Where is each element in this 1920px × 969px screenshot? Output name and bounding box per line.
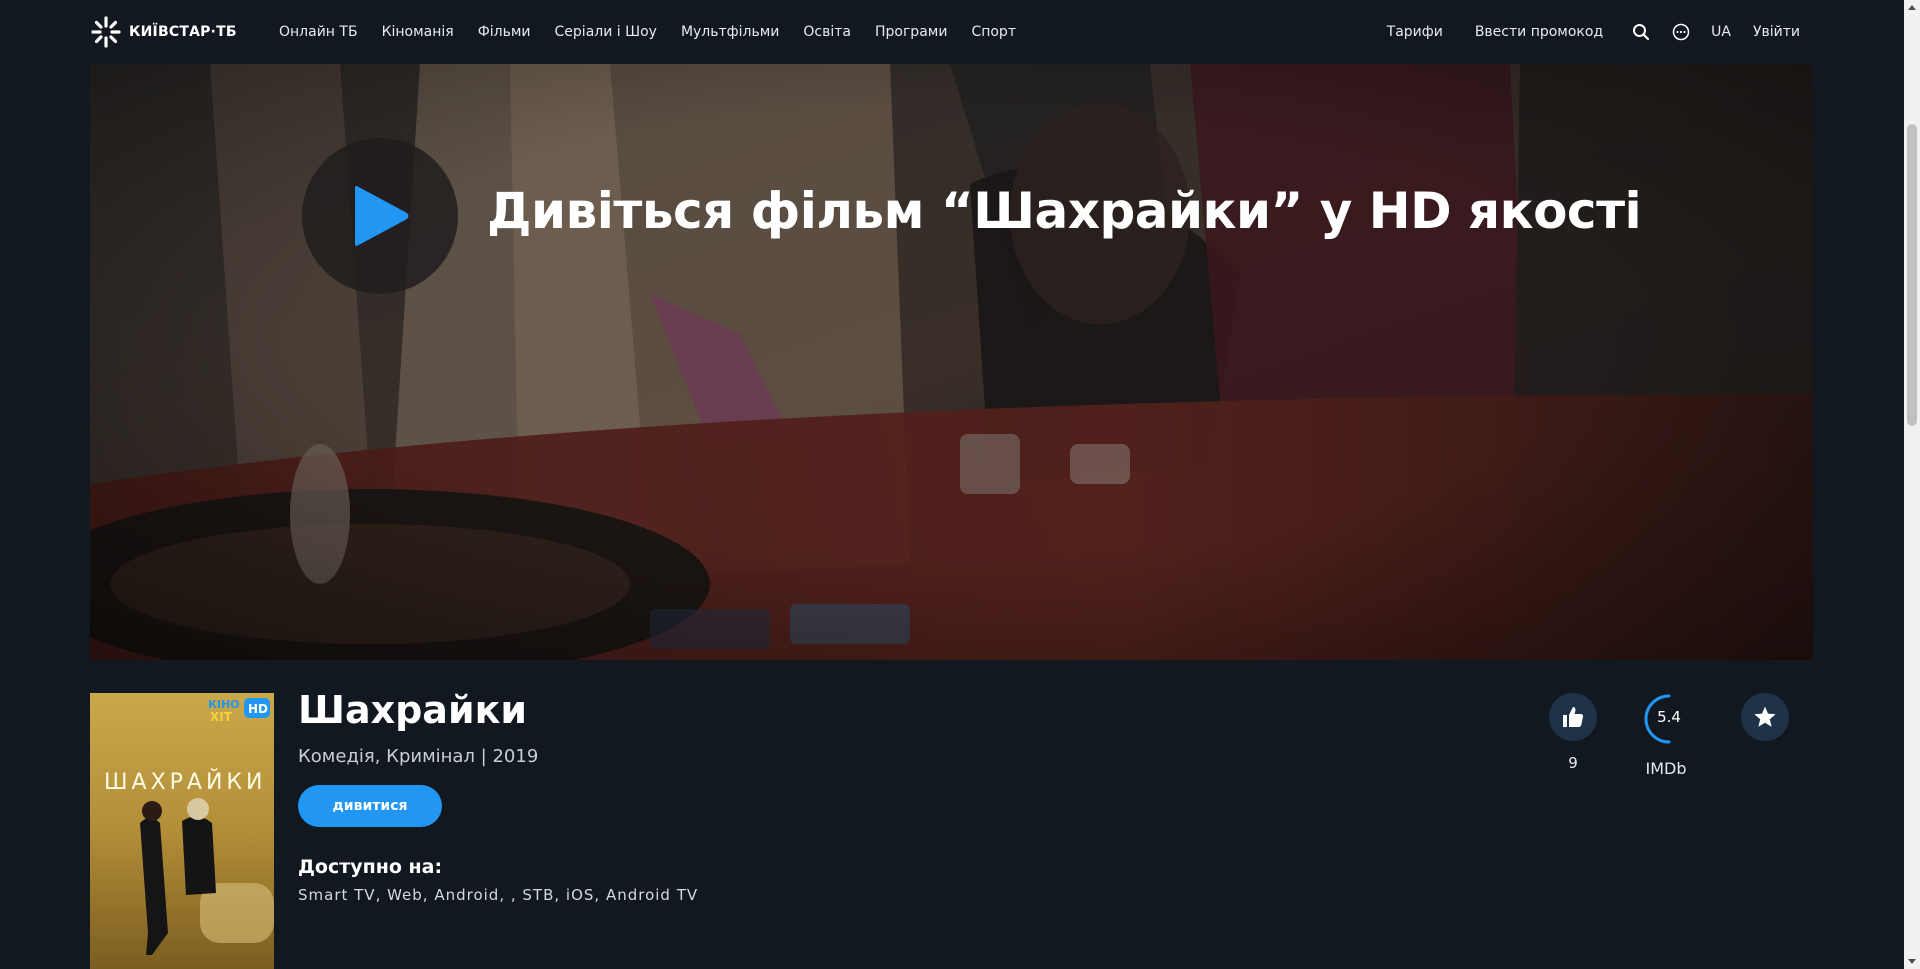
poster-hd-badge: HD — [248, 702, 268, 716]
nav-item-series-shows[interactable]: Серіали і Шоу — [555, 24, 657, 40]
main-nav: Онлайн ТБ Кіноманія Фільми Серіали і Шоу… — [279, 0, 1040, 64]
nav-item-programs[interactable]: Програми — [875, 24, 947, 40]
poster-image: ШАХРАЙКИ КІНО ХІТ HD — [90, 693, 274, 969]
nav-item-online-tv[interactable]: Онлайн ТБ — [279, 24, 358, 40]
nav-item-cartoons[interactable]: Мультфільми — [681, 24, 779, 40]
like-count: 9 — [1568, 754, 1578, 772]
star-logo-icon — [91, 16, 121, 48]
movie-poster[interactable]: ШАХРАЙКИ КІНО ХІТ HD — [90, 693, 274, 969]
scroll-up-arrow-icon[interactable] — [1908, 5, 1916, 10]
header-actions: Тарифи Ввести промокод UA Увійти — [1387, 0, 1800, 64]
imdb-score: 5.4 — [1657, 708, 1681, 726]
scroll-down-arrow-icon[interactable] — [1908, 959, 1916, 964]
nav-item-sport[interactable]: Спорт — [971, 24, 1016, 40]
star-icon — [1754, 706, 1776, 727]
movie-genres-year: Комедія, Кримінал | 2019 — [298, 746, 539, 767]
hero-banner[interactable]: Дивіться фільм “Шахрайки” у HD якості — [90, 64, 1813, 660]
favorite-button[interactable] — [1741, 693, 1789, 741]
top-header: КИЇВСТАР·ТБ Онлайн ТБ Кіноманія Фільми С… — [0, 0, 1904, 64]
more-icon[interactable] — [1671, 22, 1691, 42]
nav-item-films[interactable]: Фільми — [478, 24, 531, 40]
promo-code-link[interactable]: Ввести промокод — [1475, 24, 1603, 40]
hero-title: Дивіться фільм “Шахрайки” у HD якості — [487, 182, 1642, 240]
watch-button[interactable]: дивитися — [298, 785, 442, 827]
kyivstar-tv-logo[interactable]: КИЇВСТАР·ТБ — [89, 14, 237, 50]
login-link[interactable]: Увійти — [1753, 24, 1800, 40]
poster-badge-bottom: ХІТ — [210, 710, 233, 724]
search-icon[interactable] — [1631, 22, 1651, 42]
logo-text: КИЇВСТАР·ТБ — [129, 24, 237, 40]
nav-item-education[interactable]: Освіта — [803, 24, 851, 40]
available-on-label: Доступно на: — [298, 856, 443, 878]
tariffs-link[interactable]: Тарифи — [1387, 24, 1443, 40]
play-icon — [355, 186, 409, 246]
language-switch[interactable]: UA — [1711, 24, 1731, 40]
play-button[interactable] — [302, 138, 458, 294]
scrollbar-thumb[interactable] — [1907, 124, 1917, 426]
poster-title: ШАХРАЙКИ — [104, 769, 267, 795]
platforms-list: Smart TV, Web, Android, , STB, iOS, Andr… — [298, 886, 699, 904]
page-scrollbar[interactable] — [1904, 0, 1920, 969]
nav-item-kinomania[interactable]: Кіноманія — [382, 24, 454, 40]
thumbs-up-icon — [1563, 707, 1584, 727]
like-button[interactable] — [1549, 693, 1597, 741]
movie-title: Шахрайки — [298, 688, 527, 732]
imdb-label: IMDb — [1645, 759, 1687, 778]
